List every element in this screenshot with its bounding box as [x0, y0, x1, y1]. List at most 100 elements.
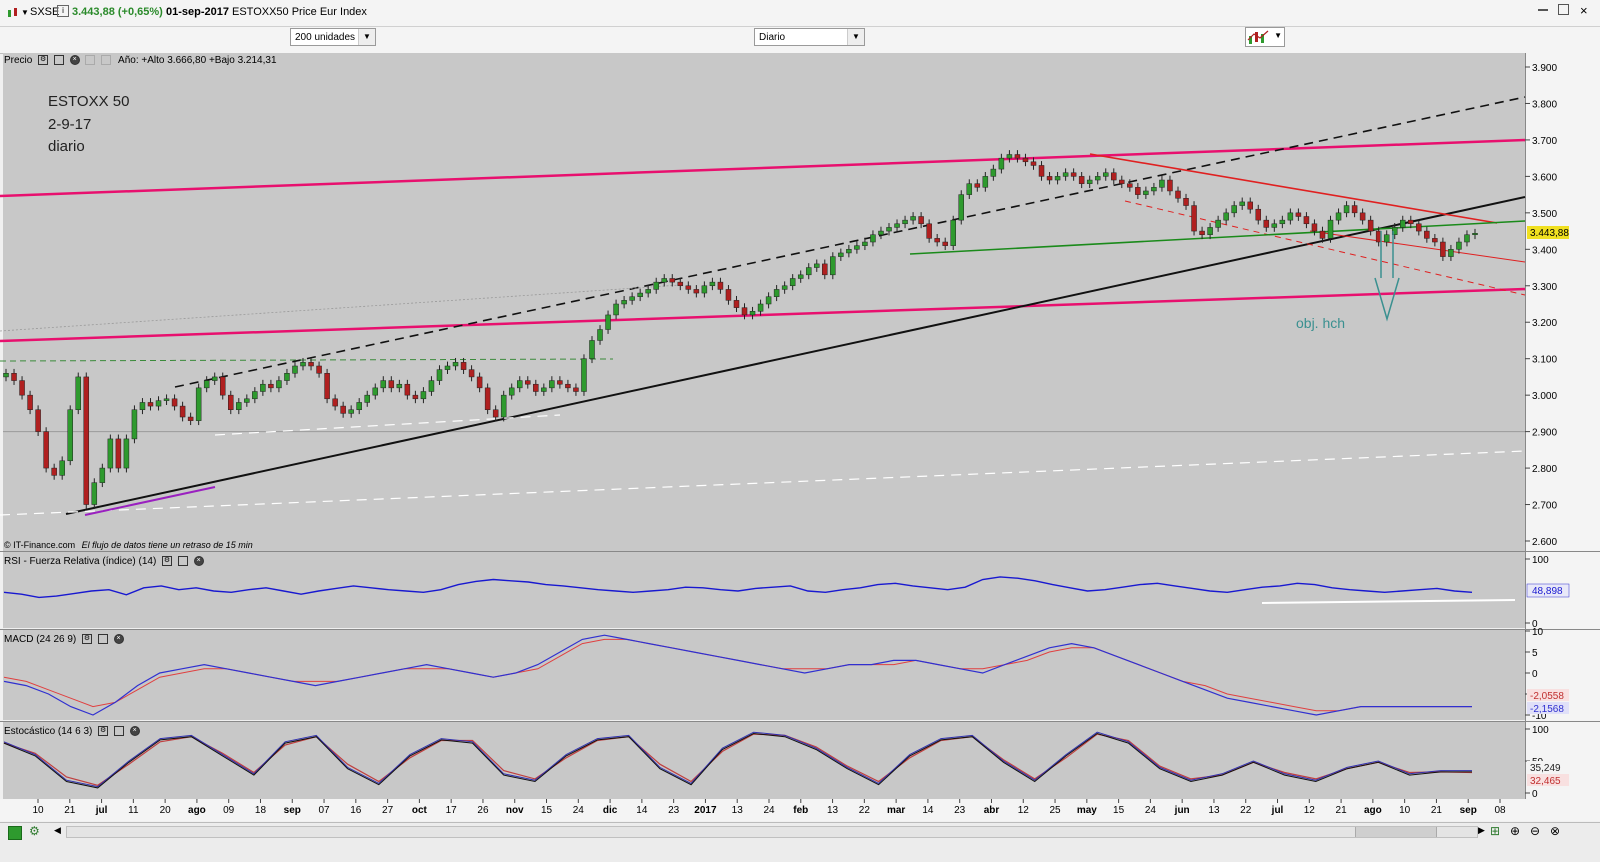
- candle-body: [918, 216, 924, 225]
- time-tick-label: 13: [1208, 805, 1220, 816]
- minimize-icon[interactable]: [1538, 9, 1548, 11]
- horizontal-scrollbar[interactable]: [66, 826, 1478, 838]
- scrollbar-thumb[interactable]: [1355, 827, 1437, 837]
- maximize-icon[interactable]: [1558, 4, 1569, 15]
- stoch-value2: 32,465: [1530, 776, 1561, 787]
- price-tick-label: 2.800: [1532, 464, 1557, 475]
- add-chart-icon[interactable]: [8, 826, 22, 840]
- time-tick-label: 24: [1145, 805, 1157, 816]
- candle-body: [637, 292, 643, 297]
- candle-body: [3, 373, 9, 378]
- time-tick-label: oct: [412, 805, 428, 816]
- candle-body: [565, 383, 571, 389]
- candle-body: [187, 416, 194, 421]
- candle-body: [115, 438, 122, 469]
- candle-body: [894, 223, 900, 228]
- candle-body: [661, 278, 667, 283]
- price-axis-bg: [1525, 53, 1600, 799]
- candle-body: [1367, 219, 1374, 232]
- candle-body: [27, 394, 33, 410]
- zoom-reset-icon[interactable]: ⊗: [1550, 824, 1560, 838]
- candle-body: [741, 307, 748, 316]
- copy-icon[interactable]: [85, 55, 96, 66]
- candle-body: [211, 376, 218, 381]
- candle-body: [1247, 201, 1253, 210]
- candle-body: [260, 383, 266, 392]
- settings-icon[interactable]: ⚙: [29, 824, 40, 838]
- info-icon[interactable]: i: [57, 5, 69, 17]
- candle-body: [805, 267, 812, 276]
- close-icon[interactable]: ×: [129, 726, 140, 737]
- candle-body: [773, 289, 780, 297]
- time-tick-label: 10: [1399, 805, 1411, 816]
- paste-icon[interactable]: [101, 55, 112, 66]
- candle-body: [1327, 219, 1334, 239]
- candle-body: [541, 387, 547, 392]
- candle-body: [1062, 172, 1069, 177]
- candle-body: [878, 230, 884, 235]
- window-icon[interactable]: [177, 556, 188, 567]
- candle-body: [597, 329, 603, 341]
- candle-body: [244, 398, 250, 403]
- candle-body: [1271, 223, 1278, 228]
- time-tick-label: 24: [763, 805, 775, 816]
- candle-body: [380, 380, 387, 389]
- rsi-panel-bg: [3, 552, 1525, 628]
- scroll-right-icon[interactable]: ▶: [1478, 825, 1485, 836]
- candle-body: [484, 387, 491, 410]
- chevron-down-icon[interactable]: ▼: [21, 8, 29, 17]
- close-icon[interactable]: ×: [69, 55, 80, 66]
- wrench-icon[interactable]: ⚙: [162, 556, 173, 567]
- candle-body: [966, 183, 973, 195]
- wrench-icon[interactable]: ⚙: [82, 634, 93, 645]
- candle-body: [219, 376, 226, 396]
- candle-body: [83, 376, 90, 505]
- candle-body: [1143, 190, 1149, 195]
- window-icon[interactable]: [53, 55, 64, 66]
- candle-body: [516, 380, 523, 389]
- zoom-fit-icon[interactable]: ⊞: [1490, 824, 1500, 838]
- time-tick-label: 10: [32, 805, 44, 816]
- scroll-left-icon[interactable]: ◀: [54, 825, 61, 836]
- zoom-in-icon[interactable]: ⊕: [1510, 824, 1520, 838]
- chevron-down-icon: ▼: [1274, 31, 1282, 40]
- rsi-tick-label: 100: [1532, 555, 1549, 566]
- close-icon[interactable]: ×: [113, 634, 124, 645]
- stoch-tick-label: 100: [1532, 725, 1549, 736]
- candle-body: [356, 402, 362, 410]
- units-select[interactable]: 200 unidades ▼: [290, 28, 376, 46]
- candle-body: [388, 380, 395, 389]
- price-tick-label: 2.700: [1532, 501, 1557, 512]
- chart-area[interactable]: 1000 1050-5-10 100500 3.9003.8003.7003.6…: [0, 53, 1600, 821]
- wrench-icon[interactable]: ⚙: [98, 726, 109, 737]
- close-icon[interactable]: ×: [193, 556, 204, 567]
- time-tick-label: 21: [64, 805, 76, 816]
- chart-type-icon[interactable]: [6, 6, 20, 23]
- candle-body: [476, 376, 483, 389]
- zoom-out-icon[interactable]: ⊖: [1530, 824, 1540, 838]
- candle-body: [982, 176, 989, 188]
- period-select[interactable]: Diario ▼: [754, 28, 865, 46]
- price-tick-label: 3.100: [1532, 355, 1557, 366]
- candle-body: [1448, 249, 1454, 257]
- candle-body: [902, 219, 908, 225]
- time-tick-label: 07: [318, 805, 330, 816]
- price-year-range: Año: +Alto 3.666,80 +Bajo 3.214,31: [118, 55, 277, 66]
- candle-body: [420, 391, 427, 400]
- price-tick-label: 3.200: [1532, 318, 1557, 329]
- candle-body: [179, 405, 186, 418]
- close-icon[interactable]: ×: [1580, 3, 1588, 18]
- candle-body: [1319, 230, 1326, 239]
- candle-body: [1046, 176, 1053, 181]
- time-tick-label: 08: [1494, 805, 1506, 816]
- candle-body: [1383, 234, 1390, 243]
- indicators-button[interactable]: ▼: [1245, 27, 1285, 47]
- candle-body: [1432, 238, 1438, 243]
- wrench-icon[interactable]: ⚙: [38, 55, 49, 66]
- candle-body: [1022, 157, 1029, 163]
- price-tick-label: 3.400: [1532, 245, 1557, 256]
- window-icon[interactable]: [97, 634, 108, 645]
- window-icon[interactable]: [113, 726, 124, 737]
- candle-body: [99, 467, 106, 483]
- time-tick-label: 26: [477, 805, 489, 816]
